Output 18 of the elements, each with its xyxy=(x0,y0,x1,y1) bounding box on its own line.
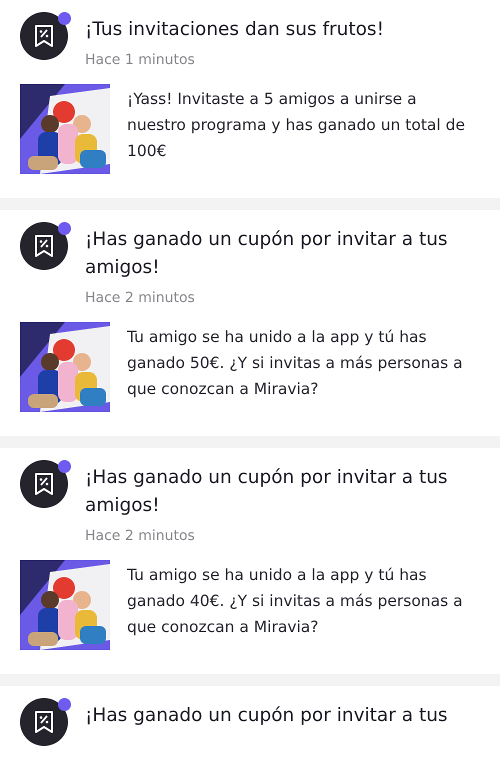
notification-title: ¡Has ganado un cupón por invitar a tus xyxy=(85,704,448,728)
notification-message: Tu amigo se ha unido a la app y tú has ganado 50€. ¿Y si invitas a más personas a que conozcan a Miravia? xyxy=(127,327,464,400)
coupon-icon xyxy=(20,460,68,508)
notification-time: Hace 1 minutos xyxy=(85,52,196,68)
notification-card[interactable]: ¡Has ganado un cupón por invitar a tus amigos! Hace 2 minutos Tu amigo se ha unido a la app y tú has ganado 40€. ¿Y si invitas a más personas a que conozcan a Miravia? xyxy=(0,448,500,674)
coupon-icon xyxy=(20,222,68,270)
notification-time: Hace 2 minutos xyxy=(85,290,196,306)
notification-title: ¡Has ganado un cupón por invitar a tus amigos! xyxy=(85,228,449,280)
coupon-icon xyxy=(20,12,68,60)
notification-message: ¡Yass! Invitaste a 5 amigos a unirse a nuestro programa y has ganado un total de 100€ xyxy=(127,89,466,162)
notification-time: Hace 2 minutos xyxy=(85,528,196,544)
notification-message: Tu amigo se ha unido a la app y tú has ganado 40€. ¿Y si invitas a más personas a que conozcan a Miravia? xyxy=(127,565,464,638)
notification-card[interactable]: ¡Has ganado un cupón por invitar a tus xyxy=(0,686,500,765)
coupon-icon xyxy=(20,698,68,746)
notification-card[interactable]: ¡Tus invitaciones dan sus frutos! Hace 1 minutos ¡Yass! Invitaste a 5 amigos a unirse a nuestro programa y has ganado un total de 100€ xyxy=(0,0,500,198)
notification-title: ¡Tus invitaciones dan sus frutos! xyxy=(85,18,384,42)
notification-title: ¡Has ganado un cupón por invitar a tus amigos! xyxy=(85,466,449,518)
notification-card[interactable]: ¡Has ganado un cupón por invitar a tus amigos! Hace 2 minutos Tu amigo se ha unido a la app y tú has ganado 50€. ¿Y si invitas a más personas a que conozcan a Miravia? xyxy=(0,210,500,436)
